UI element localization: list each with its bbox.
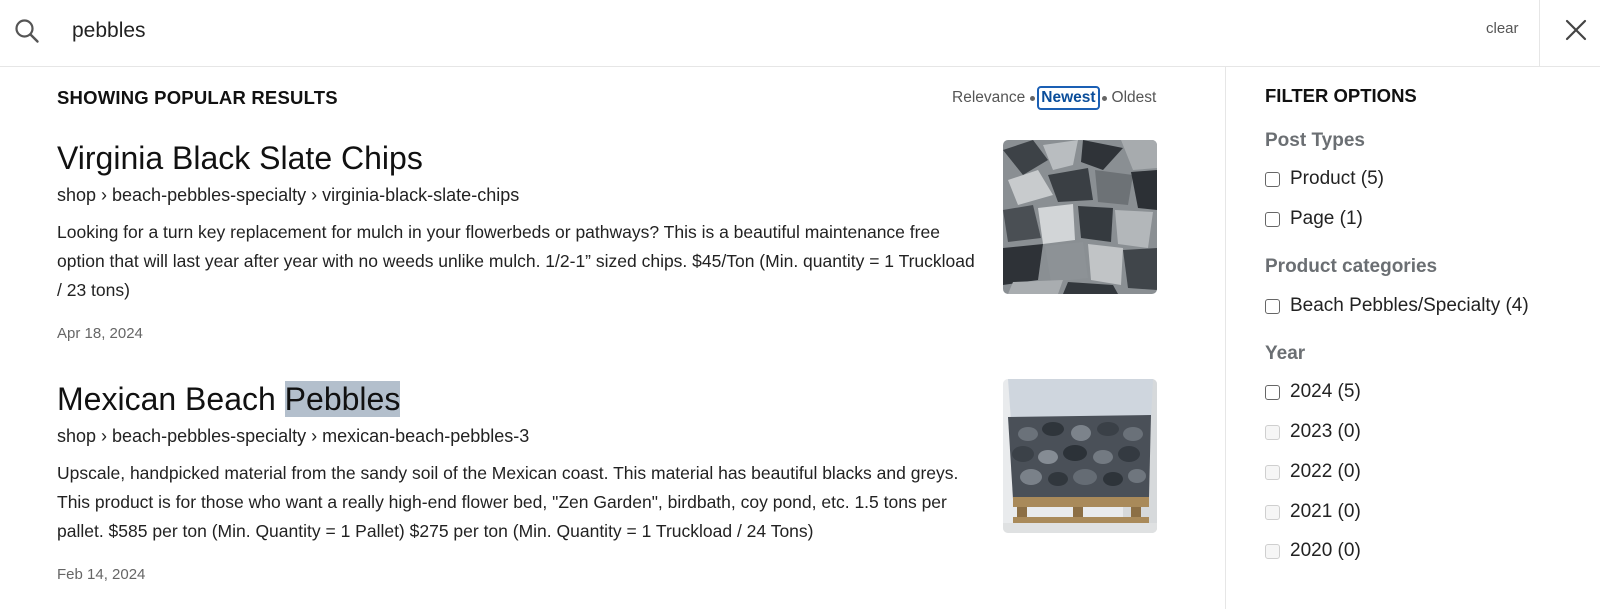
filter-option-label: Page (1) xyxy=(1290,208,1363,229)
filter-option-label: 2020 (0) xyxy=(1290,540,1361,561)
beach-pebbles-thumbnail[interactable] xyxy=(1003,379,1157,533)
search-icon[interactable] xyxy=(14,18,40,44)
checkbox xyxy=(1265,424,1280,440)
filter-group-title: Post Types xyxy=(1265,130,1365,151)
checkbox xyxy=(1265,464,1280,480)
filter-option-2020: 2020 (0) xyxy=(1265,540,1361,562)
checkbox[interactable] xyxy=(1265,171,1280,187)
sort-options: Relevance Newest Oldest xyxy=(949,85,1159,111)
filter-option-page[interactable]: Page (1) xyxy=(1265,208,1363,230)
search-input[interactable] xyxy=(72,14,1372,48)
result-title-text: Mexican Beach xyxy=(57,381,285,417)
sort-relevance[interactable]: Relevance xyxy=(949,87,1028,109)
filter-option-product[interactable]: Product (5) xyxy=(1265,168,1384,190)
filter-option-2023: 2023 (0) xyxy=(1265,421,1361,443)
checkbox[interactable] xyxy=(1265,298,1280,314)
filter-option-label: Product (5) xyxy=(1290,168,1384,189)
divider xyxy=(1539,0,1540,67)
checkbox[interactable] xyxy=(1265,211,1280,227)
filter-option-beach-pebbles[interactable]: Beach Pebbles/Specialty (4) xyxy=(1265,295,1529,317)
result-date: Feb 14, 2024 xyxy=(57,566,146,583)
checkbox xyxy=(1265,543,1280,559)
sort-oldest[interactable]: Oldest xyxy=(1109,87,1160,109)
sort-newest[interactable]: Newest xyxy=(1037,86,1100,110)
result-title-link[interactable]: Mexican Beach Pebbles xyxy=(57,380,1157,418)
search-bar: clear xyxy=(0,0,1600,67)
filter-option-label: 2023 (0) xyxy=(1290,421,1361,442)
results-panel: SHOWING POPULAR RESULTS Relevance Newest… xyxy=(0,67,1225,609)
results-heading: SHOWING POPULAR RESULTS xyxy=(57,87,338,108)
filter-option-label: Beach Pebbles/Specialty (4) xyxy=(1290,295,1529,316)
result-breadcrumb: shop › beach-pebbles-specialty › mexican… xyxy=(57,426,530,446)
filter-option-label: 2022 (0) xyxy=(1290,461,1361,482)
checkbox xyxy=(1265,504,1280,520)
filter-panel: FILTER OPTIONS Post Types Product (5) Pa… xyxy=(1225,67,1600,609)
filters-heading: FILTER OPTIONS xyxy=(1265,85,1417,106)
filter-option-label: 2024 (5) xyxy=(1290,381,1361,402)
result-description: Upscale, handpicked material from the sa… xyxy=(57,463,959,541)
result-item: Mexican Beach Pebbles shop › beach-pebbl… xyxy=(57,380,1157,583)
result-title-link[interactable]: Virginia Black Slate Chips xyxy=(57,139,1157,177)
filter-group-title: Year xyxy=(1265,343,1306,364)
clear-search-link[interactable]: clear xyxy=(1486,20,1519,37)
filter-option-2021: 2021 (0) xyxy=(1265,501,1361,523)
beach-pebbles-image xyxy=(1003,379,1157,533)
filter-option-2024[interactable]: 2024 (5) xyxy=(1265,381,1361,403)
separator-dot xyxy=(1030,95,1036,101)
slate-chips-image xyxy=(1003,140,1157,294)
filter-option-2022: 2022 (0) xyxy=(1265,461,1361,483)
result-description: Looking for a turn key replacement for m… xyxy=(57,222,975,300)
slate-chips-thumbnail[interactable] xyxy=(1003,140,1157,294)
search-term-highlight: Pebbles xyxy=(284,381,401,417)
result-date: Apr 18, 2024 xyxy=(57,325,143,342)
result-item: Virginia Black Slate Chips shop › beach-… xyxy=(57,139,1157,342)
separator-dot xyxy=(1101,95,1107,101)
filter-group-title: Product categories xyxy=(1265,256,1438,277)
checkbox[interactable] xyxy=(1265,384,1280,400)
filter-option-label: 2021 (0) xyxy=(1290,501,1361,522)
result-breadcrumb: shop › beach-pebbles-specialty › virgini… xyxy=(57,185,520,205)
close-icon[interactable] xyxy=(1564,18,1588,42)
